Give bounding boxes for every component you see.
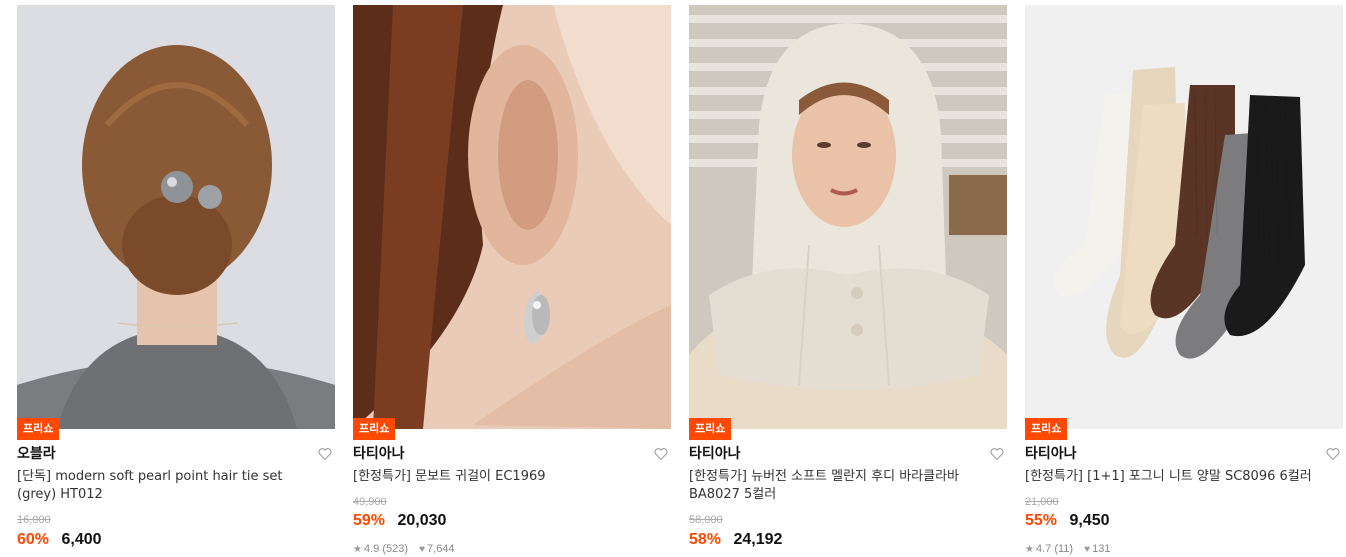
discount-rate: 60% (17, 531, 50, 548)
original-price: 58,000 (689, 514, 723, 526)
heart-outline-icon[interactable] (317, 446, 333, 462)
discount-rate: 58% (689, 531, 722, 548)
brand-name[interactable]: 타티아나 (689, 445, 741, 463)
heart-filled-icon: ♥ (419, 544, 426, 555)
original-price: 49,900 (353, 496, 387, 508)
product-name[interactable]: [한정특가] [1+1] 포그니 니트 양말 SC8096 6컬러 (1025, 468, 1325, 486)
product-card[interactable]: 프리쇼 오블라 [단독] modern soft pearl point hai… (17, 5, 335, 555)
sale-price: 9,450 (1069, 512, 1110, 529)
free-show-badge: 프리쇼 (1025, 418, 1068, 440)
sale-price: 20,030 (397, 512, 447, 529)
free-show-badge: 프리쇼 (689, 418, 732, 440)
product-image-balaclava[interactable] (689, 5, 1007, 429)
brand-name[interactable]: 타티아나 (353, 445, 405, 463)
original-price: 21,000 (1025, 496, 1059, 508)
product-name[interactable]: [한정특가] 뉴버전 소프트 멜란지 후디 바라클라바 BA8027 5컬러 (689, 468, 989, 504)
like-count: 7,644 (427, 543, 455, 555)
discount-rate: 55% (1025, 512, 1058, 529)
product-grid: 프리쇼 오블라 [단독] modern soft pearl point hai… (17, 5, 1343, 555)
free-show-badge: 프리쇼 (353, 418, 396, 440)
product-image-earring[interactable] (353, 5, 671, 429)
heart-outline-icon[interactable] (1325, 446, 1341, 462)
price-row: 58% 24,192 (689, 530, 782, 550)
product-card[interactable]: 프리쇼 타티아나 [한정특가] 문보트 귀걸이 EC1969 49,900 59… (353, 5, 671, 555)
star-icon: ★ (1025, 544, 1034, 555)
rating-value: 4.9 (363, 543, 380, 555)
discount-rate: 59% (353, 512, 386, 529)
product-card[interactable]: 프리쇼 타티아나 [한정특가] 뉴버전 소프트 멜란지 후디 바라클라바 BA8… (689, 5, 1007, 555)
price-row: 60% 6,400 (17, 530, 102, 550)
brand-name[interactable]: 타티아나 (1025, 445, 1077, 463)
heart-filled-icon: ♥ (1084, 544, 1091, 555)
product-name[interactable]: [단독] modern soft pearl point hair tie se… (17, 468, 317, 504)
sale-price: 24,192 (733, 531, 783, 548)
product-card[interactable]: 프리쇼 타티아나 [한정특가] [1+1] 포그니 니트 양말 SC8096 6… (1025, 5, 1343, 555)
review-count: (11) (1054, 543, 1074, 555)
original-price: 16,000 (17, 514, 51, 526)
product-image-hair-tie[interactable] (17, 5, 335, 429)
heart-outline-icon[interactable] (989, 446, 1005, 462)
rating-value: 4.7 (1035, 543, 1052, 555)
product-image-socks[interactable] (1025, 5, 1343, 429)
product-name[interactable]: [한정특가] 문보트 귀걸이 EC1969 (353, 468, 653, 486)
like-count: 131 (1092, 543, 1111, 555)
review-count: (523) (382, 543, 409, 555)
sale-price: 6,400 (61, 531, 102, 548)
price-row: 55% 9,450 (1025, 511, 1110, 531)
free-show-badge: 프리쇼 (17, 418, 60, 440)
brand-name[interactable]: 오블라 (17, 445, 56, 463)
star-icon: ★ (353, 544, 362, 555)
heart-outline-icon[interactable] (653, 446, 669, 462)
price-row: 59% 20,030 (353, 511, 446, 531)
